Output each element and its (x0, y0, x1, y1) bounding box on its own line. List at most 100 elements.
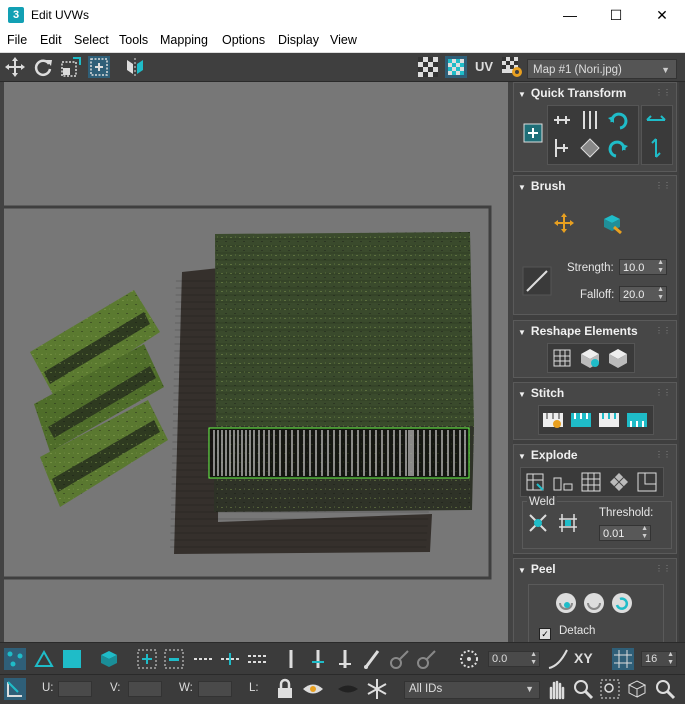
reshape-header[interactable]: ▼ Reshape Elements (518, 324, 638, 338)
menu-file[interactable]: File (7, 33, 27, 47)
close-button[interactable]: ✕ (639, 0, 685, 30)
break-to-faces-icon[interactable] (579, 470, 603, 494)
loop-shrink-icon[interactable] (246, 648, 268, 670)
zoom-extents-icon[interactable] (626, 678, 648, 700)
space-buttons (641, 105, 673, 165)
mirror-icon[interactable] (124, 56, 146, 78)
quick-transform-header[interactable]: ▼ Quick Transform (518, 86, 626, 100)
map-dropdown[interactable]: Map #1 (Nori.jpg) ▼ (527, 59, 677, 79)
freeform-icon[interactable] (88, 56, 110, 78)
ring-shrink-icon[interactable] (334, 648, 356, 670)
soft-selection-curve-icon[interactable] (547, 648, 569, 670)
align-vertical-icon[interactable] (578, 108, 602, 132)
stitch-to-source-icon[interactable] (625, 408, 649, 432)
rotate-icon[interactable] (32, 56, 54, 78)
freeze-icon[interactable] (366, 678, 388, 700)
stitch-to-target-icon[interactable] (569, 408, 593, 432)
id-filter-dropdown[interactable]: All IDs ▼ (404, 681, 540, 699)
minimize-button[interactable]: — (547, 0, 593, 30)
paint-reduce-icon[interactable] (415, 648, 437, 670)
menu-select[interactable]: Select (74, 33, 109, 47)
brush-falloff-icon[interactable] (522, 266, 552, 296)
paint-enlarge-icon[interactable] (388, 648, 410, 670)
uv-toggle-label[interactable]: UV (475, 59, 493, 74)
align-horizontal-icon[interactable] (550, 108, 574, 132)
vertex-mode-icon[interactable] (4, 648, 26, 670)
transform-type-icon[interactable] (4, 678, 26, 700)
v-field[interactable] (128, 681, 162, 697)
peel-mode-icon[interactable] (582, 591, 606, 615)
menu-view[interactable]: View (330, 33, 357, 47)
uv-viewport[interactable] (0, 82, 512, 642)
menu-mapping[interactable]: Mapping (160, 33, 208, 47)
space-vertical-icon[interactable] (644, 136, 668, 160)
space-horizontal-icon[interactable] (644, 108, 668, 132)
shrink-selection-icon[interactable] (163, 648, 185, 670)
grow-selection-icon[interactable] (136, 648, 158, 670)
pivot-icon[interactable] (521, 121, 545, 145)
brush-header[interactable]: ▼ Brush (518, 179, 566, 193)
panel-scrollbar[interactable] (679, 82, 685, 642)
menu-display[interactable]: Display (278, 33, 319, 47)
grid-snap-icon[interactable] (612, 648, 634, 670)
strength-spinner[interactable]: 10.0 ▲ ▼ (619, 259, 667, 275)
explode-header[interactable]: ▼ Explode (518, 448, 578, 462)
pan-icon[interactable] (545, 678, 567, 700)
texture-settings-icon[interactable] (501, 56, 523, 78)
element-mode-icon[interactable] (98, 648, 120, 670)
rotate-cw-icon[interactable] (606, 136, 630, 160)
relax-by-polygon-icon[interactable] (606, 346, 630, 370)
uv-canvas[interactable] (0, 82, 508, 642)
checker-pattern-icon[interactable] (445, 56, 467, 78)
hide-icon[interactable] (337, 678, 359, 700)
selected-uv-faces[interactable] (208, 427, 470, 479)
relax-brush-icon[interactable] (600, 211, 624, 235)
menu-options[interactable]: Options (222, 33, 265, 47)
rotation-field[interactable]: 0.0 ▲ ▼ (488, 651, 540, 667)
ring-selection-icon[interactable] (280, 648, 302, 670)
relax-icon[interactable] (578, 346, 602, 370)
weld-all-icon[interactable] (556, 511, 580, 535)
zoom-icon[interactable] (572, 678, 594, 700)
maximize-button[interactable]: ☐ (593, 0, 639, 30)
threshold-spinner[interactable]: 0.01 ▲ ▼ (599, 525, 651, 541)
move-icon[interactable] (4, 56, 26, 78)
scale-icon[interactable] (60, 56, 82, 78)
stitch-header[interactable]: ▼ Stitch (518, 386, 564, 400)
falloff-spinner[interactable]: 20.0 ▲ ▼ (619, 286, 667, 302)
xy-toggle[interactable]: XY (574, 650, 593, 666)
absolute-offset-icon[interactable] (458, 648, 480, 670)
straighten-icon[interactable] (578, 136, 602, 160)
flatten-by-smoothing-icon[interactable] (635, 470, 659, 494)
menu-tools[interactable]: Tools (119, 33, 148, 47)
hide-show-icon[interactable] (302, 678, 324, 700)
face-mode-icon[interactable] (61, 648, 83, 670)
peel-header[interactable]: ▼ Peel (518, 562, 556, 576)
stitch-custom-icon[interactable] (541, 408, 565, 432)
zoom-selected-icon[interactable] (654, 678, 676, 700)
u-field[interactable] (58, 681, 92, 697)
loop-selection-icon[interactable] (192, 648, 214, 670)
paint-move-icon[interactable] (552, 211, 576, 235)
menu-edit[interactable]: Edit (40, 33, 62, 47)
w-field[interactable] (198, 681, 232, 697)
checker-map-icon[interactable] (417, 56, 439, 78)
rotate-ccw-icon[interactable] (606, 108, 630, 132)
break-by-smoothing-icon[interactable] (523, 470, 547, 494)
straighten-selection-icon[interactable] (550, 346, 574, 370)
weld-selected-icon[interactable] (526, 511, 550, 535)
detach-checkbox[interactable]: ✓ (539, 628, 551, 640)
align-edge-icon[interactable] (550, 136, 574, 160)
grid-size-field[interactable]: 16 ▲ ▼ (641, 651, 677, 667)
loop-grow-icon[interactable] (219, 648, 241, 670)
break-by-material-icon[interactable] (551, 470, 575, 494)
zoom-region-icon[interactable] (599, 678, 621, 700)
quick-peel-icon[interactable] (554, 591, 578, 615)
ring-grow-icon[interactable] (307, 648, 329, 670)
reset-peel-icon[interactable] (610, 591, 634, 615)
flatten-by-polygon-angle-icon[interactable] (607, 470, 631, 494)
stitch-average-icon[interactable] (597, 408, 621, 432)
paint-select-icon[interactable] (361, 648, 383, 670)
lock-icon[interactable] (274, 678, 296, 700)
edge-mode-icon[interactable] (33, 648, 55, 670)
